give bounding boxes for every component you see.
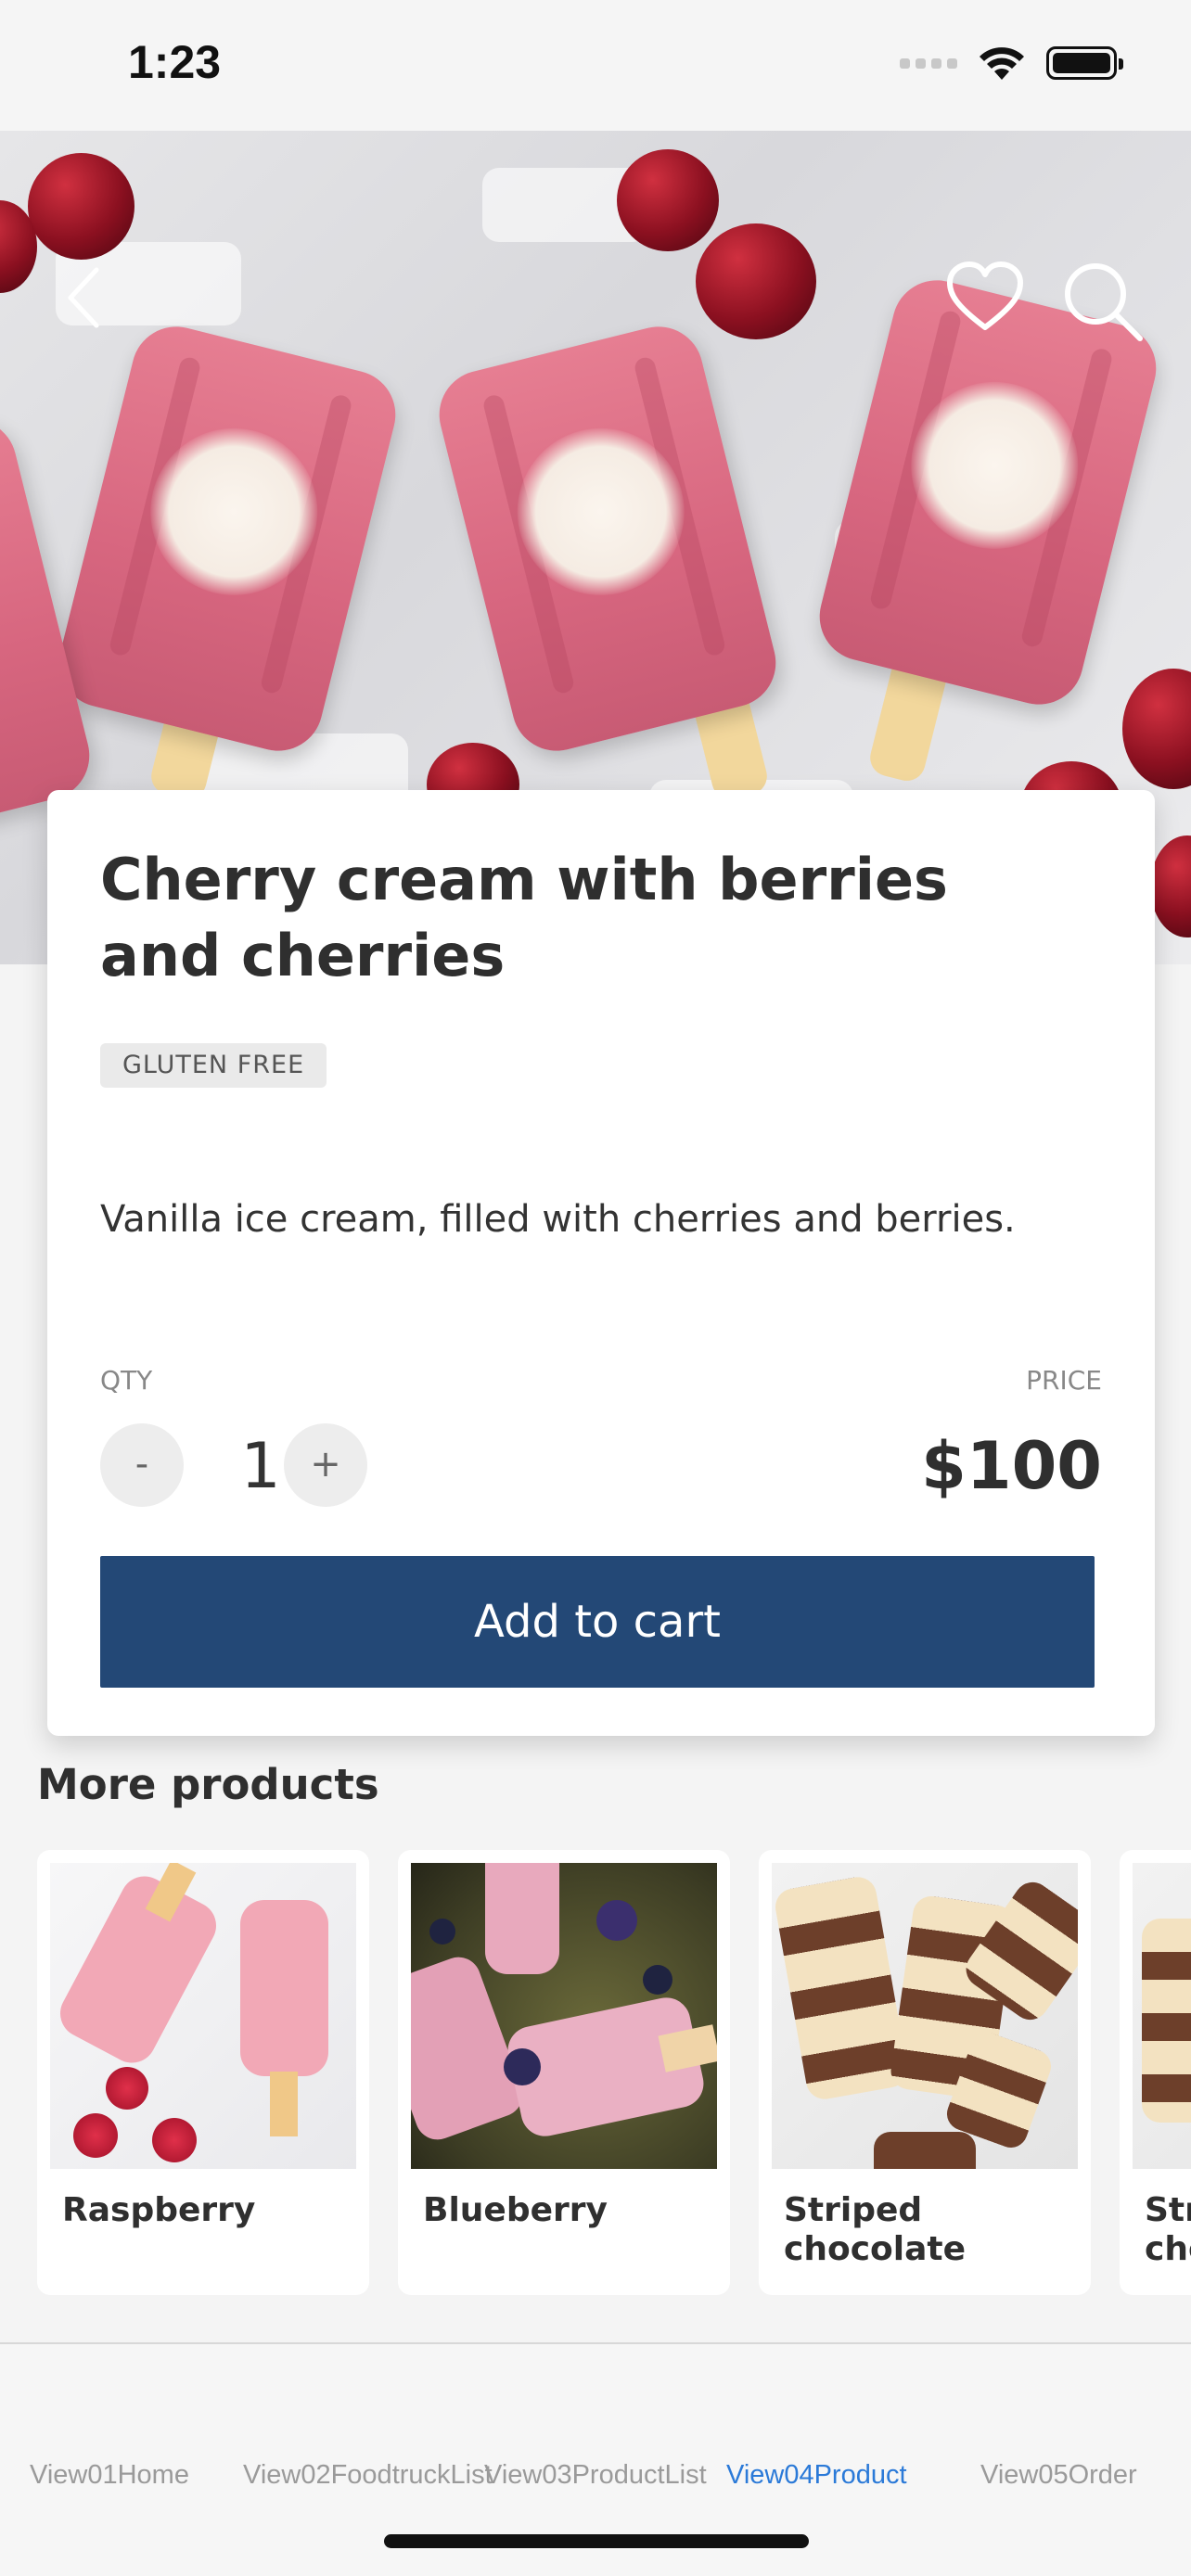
tab-view03productlist[interactable]: View03ProductList bbox=[484, 2460, 707, 2491]
search-button[interactable] bbox=[1062, 261, 1146, 344]
product-card-striped-chocolate[interactable]: Striped chocolate bbox=[759, 1850, 1091, 2295]
raspberry-thumbnail bbox=[50, 1863, 356, 2169]
product-card-blueberry[interactable]: Blueberry bbox=[398, 1850, 730, 2295]
status-bar: 1:23 bbox=[0, 0, 1191, 131]
more-products-title: More products bbox=[37, 1760, 379, 1809]
product-name: Raspberry bbox=[62, 2191, 256, 2229]
increment-button[interactable]: + bbox=[284, 1423, 367, 1507]
tab-view04product[interactable]: View04Product bbox=[726, 2460, 907, 2491]
wifi-icon bbox=[980, 47, 1024, 80]
tab-view05order[interactable]: View05Order bbox=[980, 2460, 1137, 2491]
product-card-raspberry[interactable]: Raspberry bbox=[37, 1850, 369, 2295]
product-name: Striped chocolate bbox=[784, 2191, 967, 2268]
price-value: $100 bbox=[921, 1428, 1102, 1504]
striped-chocolate-thumbnail bbox=[1133, 1863, 1191, 2169]
tab-view02foodtrucklist[interactable]: View02FoodtruckList bbox=[243, 2460, 493, 2491]
tab-view01home[interactable]: View01Home bbox=[30, 2460, 189, 2491]
chevron-left-icon bbox=[68, 267, 99, 328]
product-name: Striped chocolate bbox=[1145, 2191, 1191, 2268]
gluten-free-badge: GLUTEN FREE bbox=[100, 1043, 327, 1088]
more-products-list: Raspberry Blueberry Striped chocolate St… bbox=[37, 1850, 1191, 2295]
product-title: Cherry cream with berries and cherries bbox=[100, 846, 948, 989]
add-to-cart-button[interactable]: Add to cart bbox=[100, 1556, 1095, 1688]
search-icon bbox=[1065, 263, 1143, 341]
product-description: Vanilla ice cream, filled with cherries … bbox=[100, 1198, 1016, 1241]
product-card-striped-chocolate-2[interactable]: Striped chocolate bbox=[1120, 1850, 1191, 2295]
product-card: Cherry cream with berries and cherries G… bbox=[47, 790, 1155, 1736]
favorite-button[interactable] bbox=[946, 261, 1024, 335]
product-name: Blueberry bbox=[423, 2191, 608, 2229]
cellular-signal-icon bbox=[900, 57, 957, 69]
blueberry-thumbnail bbox=[411, 1863, 717, 2169]
status-icons bbox=[900, 45, 1123, 82]
striped-chocolate-thumbnail bbox=[772, 1863, 1078, 2169]
price-label: PRICE bbox=[1026, 1365, 1102, 1396]
heart-icon bbox=[947, 261, 1023, 330]
home-indicator[interactable] bbox=[384, 2534, 809, 2548]
back-button[interactable] bbox=[56, 261, 111, 335]
battery-icon bbox=[1046, 46, 1123, 80]
status-time: 1:23 bbox=[128, 36, 222, 88]
qty-label: QTY bbox=[100, 1365, 153, 1396]
decrement-button[interactable]: - bbox=[100, 1423, 184, 1507]
